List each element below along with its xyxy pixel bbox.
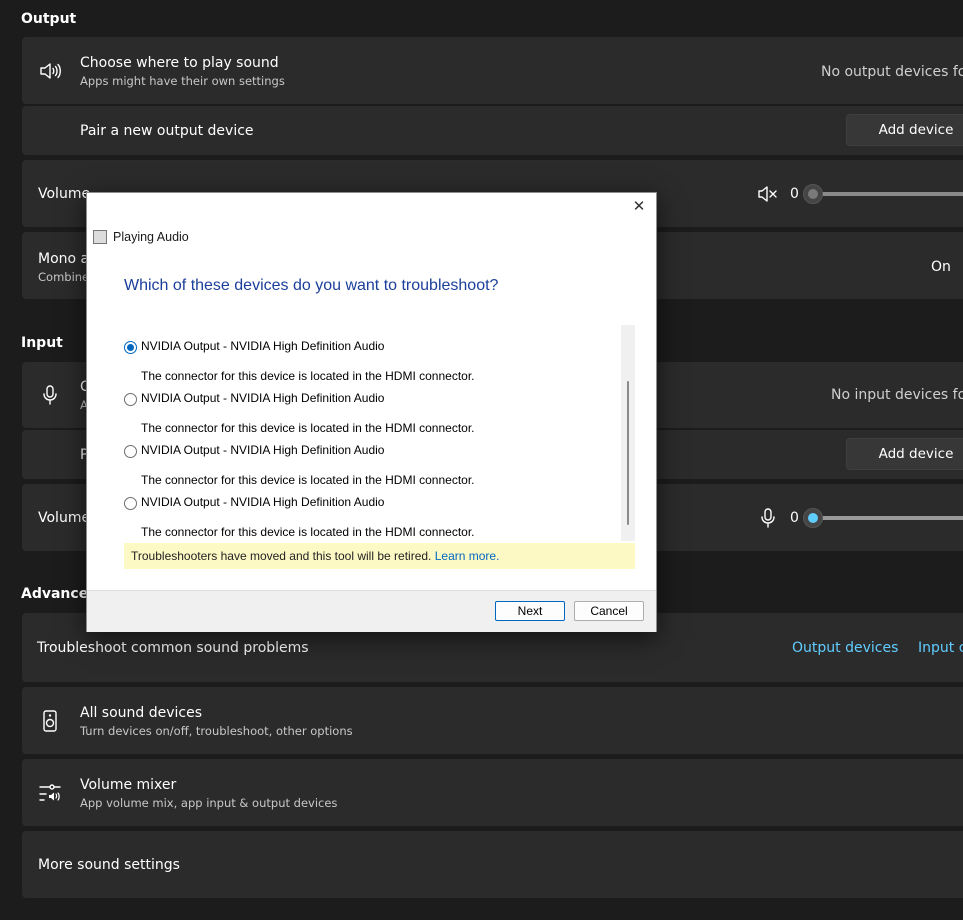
output-volume-value: 0 bbox=[790, 186, 799, 202]
mono-audio-title: Mono a bbox=[38, 251, 90, 267]
device-option[interactable]: NVIDIA Output - NVIDIA High Definition A… bbox=[117, 429, 617, 487]
retirement-notice: Troubleshooters have moved and this tool… bbox=[124, 543, 635, 569]
add-input-device-button[interactable]: Add device bbox=[846, 438, 963, 470]
troubleshooter-app-icon bbox=[93, 230, 107, 244]
output-volume-track[interactable] bbox=[812, 192, 963, 196]
input-volume-label: Volume bbox=[38, 510, 91, 526]
device-radio[interactable] bbox=[124, 393, 137, 406]
learn-more-link[interactable]: Learn more. bbox=[435, 549, 500, 563]
speaker-device-icon bbox=[43, 710, 57, 732]
no-output-devices-text: No output devices four bbox=[821, 64, 963, 80]
output-section-label: Output bbox=[21, 11, 77, 27]
pair-output-title: Pair a new output device bbox=[80, 123, 254, 139]
dialog-heading: Which of these devices do you want to tr… bbox=[124, 277, 499, 294]
output-volume-thumb[interactable] bbox=[803, 184, 823, 204]
troubleshoot-title: Troubleshoot common sound problems bbox=[37, 640, 309, 656]
choose-output-card[interactable]: Choose where to play sound Apps might ha… bbox=[22, 37, 963, 104]
scrollbar-thumb[interactable] bbox=[627, 381, 629, 525]
device-list-scrollbar[interactable] bbox=[621, 325, 635, 541]
mono-audio-subtitle: Combine bbox=[38, 270, 90, 284]
volume-mixer-card[interactable]: Volume mixer App volume mix, app input &… bbox=[22, 759, 963, 826]
all-sound-devices-title: All sound devices bbox=[80, 705, 203, 721]
output-volume-label: Volume bbox=[38, 186, 91, 202]
device-radio[interactable] bbox=[124, 497, 137, 510]
all-sound-devices-subtitle: Turn devices on/off, troubleshoot, other… bbox=[80, 724, 353, 738]
microphone-icon bbox=[43, 385, 57, 405]
device-radio[interactable] bbox=[124, 341, 137, 354]
no-input-devices-text: No input devices four bbox=[831, 387, 963, 403]
volume-mixer-subtitle: App volume mix, app input & output devic… bbox=[80, 796, 338, 810]
device-name: NVIDIA Output - NVIDIA High Definition A… bbox=[141, 443, 385, 457]
microphone-small-icon bbox=[761, 508, 775, 528]
add-output-device-button[interactable]: Add device bbox=[846, 114, 963, 146]
choose-output-subtitle: Apps might have their own settings bbox=[80, 74, 285, 88]
volume-mixer-icon bbox=[39, 784, 61, 801]
device-list: NVIDIA Output - NVIDIA High Definition A… bbox=[117, 325, 637, 541]
device-name: NVIDIA Output - NVIDIA High Definition A… bbox=[141, 339, 385, 353]
device-option[interactable]: NVIDIA Output - NVIDIA High Definition A… bbox=[117, 481, 617, 539]
pair-output-card: Pair a new output device Add device bbox=[22, 106, 963, 155]
device-name: NVIDIA Output - NVIDIA High Definition A… bbox=[141, 495, 385, 509]
speaker-muted-icon[interactable] bbox=[757, 184, 779, 204]
device-description: The connector for this device is located… bbox=[141, 525, 475, 539]
all-sound-devices-card[interactable]: All sound devices Turn devices on/off, t… bbox=[22, 687, 963, 754]
volume-mixer-title: Volume mixer bbox=[80, 777, 177, 793]
dialog-app-title: Playing Audio bbox=[113, 230, 189, 244]
choose-output-title: Choose where to play sound bbox=[80, 55, 279, 71]
mono-audio-state: On bbox=[931, 259, 951, 275]
cancel-button[interactable]: Cancel bbox=[574, 601, 644, 621]
device-name: NVIDIA Output - NVIDIA High Definition A… bbox=[141, 391, 385, 405]
dialog-footer: Next Cancel bbox=[87, 590, 656, 632]
input-section-label: Input bbox=[21, 335, 63, 351]
next-button[interactable]: Next bbox=[495, 601, 565, 621]
troubleshooter-dialog: ✕ Playing Audio Which of these devices d… bbox=[86, 192, 657, 632]
device-option[interactable]: NVIDIA Output - NVIDIA High Definition A… bbox=[117, 325, 617, 383]
input-volume-thumb[interactable] bbox=[803, 508, 823, 528]
input-devices-link[interactable]: Input c bbox=[918, 640, 963, 656]
close-icon[interactable]: ✕ bbox=[630, 198, 648, 216]
input-volume-track[interactable] bbox=[812, 516, 963, 520]
output-devices-link[interactable]: Output devices bbox=[792, 640, 898, 656]
device-radio[interactable] bbox=[124, 445, 137, 458]
device-option[interactable]: NVIDIA Output - NVIDIA High Definition A… bbox=[117, 377, 617, 435]
speaker-icon bbox=[40, 63, 61, 79]
more-sound-settings-title: More sound settings bbox=[38, 857, 180, 873]
retirement-notice-text: Troubleshooters have moved and this tool… bbox=[131, 549, 435, 563]
more-sound-settings-card[interactable]: More sound settings bbox=[22, 831, 963, 898]
input-volume-value: 0 bbox=[790, 510, 799, 526]
